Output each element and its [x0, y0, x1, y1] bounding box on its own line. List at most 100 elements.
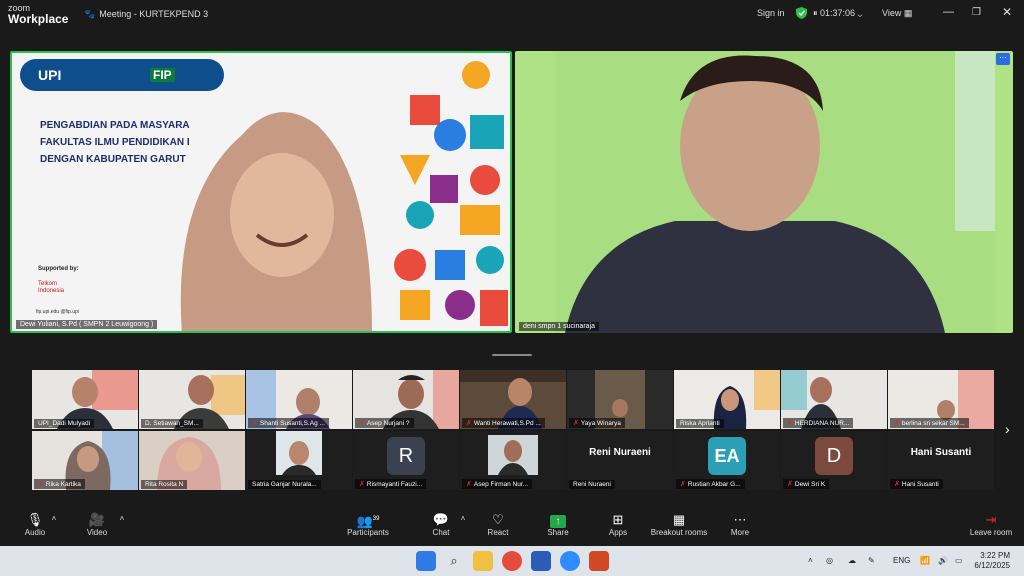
view-grid-icon: ▦ — [903, 8, 913, 18]
participant-tile[interactable]: ✗ Asep Firman Nur... — [460, 431, 566, 490]
speaker-2-video — [555, 51, 995, 333]
volume-icon[interactable]: 🔊 — [938, 556, 948, 565]
speaker-tile-2[interactable]: ··· deni smpn 1 sucinaraja — [515, 51, 1013, 333]
share-button[interactable]: ↑ Share — [528, 511, 588, 537]
sign-in-button[interactable]: Sign in — [757, 8, 785, 18]
participant-display-name: Hani Susanti — [910, 447, 972, 458]
mic-muted-icon: ✗ — [573, 420, 579, 427]
upi-logo: UPI — [38, 67, 62, 83]
participant-tile[interactable]: EA ✗ Rustian Akbar G... — [674, 431, 780, 490]
brand-bottom: Workplace — [8, 12, 69, 26]
language-indicator[interactable]: ENG — [893, 556, 910, 565]
meeting-title-text: Meeting - KURTEKPEND 3 — [99, 9, 209, 19]
mic-muted-icon: ✗ — [466, 420, 472, 427]
breakout-rooms-button[interactable]: ▦ Breakout rooms — [644, 511, 714, 537]
apps-button[interactable]: ⊞ Apps — [588, 511, 648, 537]
mic-muted-icon: ✗ — [252, 420, 258, 427]
more-button[interactable]: ⋯ More — [710, 511, 770, 537]
wifi-icon[interactable]: 📶 — [920, 556, 930, 565]
participant-tile[interactable]: Satria Ganjar Nurala... — [246, 431, 352, 490]
participant-name-text: Shanti Susanti,S.Ag ... — [259, 420, 325, 427]
speaker-tile-1[interactable]: UPI FIP PENGABDIAN PADA MASYARA FAKULTAS… — [10, 51, 512, 333]
app-logo: zoom Workplace — [8, 3, 68, 25]
participant-name: ✗ HERDIANA NUR... — [783, 418, 854, 428]
clock-time: 3:22 PM — [980, 551, 1010, 560]
participant-name: ✗ Rustian Akbar G... — [676, 479, 745, 489]
participant-tile[interactable]: ✗ Shanti Susanti,S.Ag ... — [246, 370, 352, 429]
shield-icon[interactable] — [796, 7, 807, 21]
speaker-1-video — [180, 112, 372, 331]
participant-name: Satria Ganjar Nurala... — [248, 480, 321, 489]
participant-name: ✗ Yaya Winarya — [569, 418, 625, 428]
chat-label: Chat — [432, 528, 450, 537]
tray-pen-icon[interactable]: ✎ — [868, 556, 875, 565]
search-icon[interactable]: ⌕ — [444, 551, 464, 571]
more-icon: ⋯ — [733, 512, 747, 527]
participant-name-text: Reni Nuraeni — [573, 481, 611, 488]
zoom-app-icon[interactable] — [560, 551, 580, 571]
gallery-next-icon[interactable]: › — [1005, 421, 1010, 437]
participant-tile[interactable]: Reni Nuraeni Reni Nuraeni — [567, 431, 673, 490]
participant-name-text: Asep Firman Nur... — [473, 481, 529, 488]
participant-name: ✗ Wanti Herawati,S.Pd ... — [462, 418, 545, 428]
tray-chevron-icon[interactable]: ˄ — [808, 556, 813, 565]
participant-tile[interactable]: R ✗ Rismayanti Fauzi... — [353, 431, 459, 490]
minimize-icon[interactable]: — — [943, 6, 954, 18]
participant-tile[interactable]: Hani Susanti ✗ Hani Susanti — [888, 431, 994, 490]
footer-handle: @fip.upi — [60, 309, 79, 315]
timer-text: 01:37:06 — [820, 8, 856, 18]
participant-tile[interactable]: Rita Rosita N — [139, 431, 245, 490]
participants-button[interactable]: 👥39 Participants — [338, 511, 398, 537]
chrome-icon[interactable] — [502, 551, 522, 571]
react-label: React — [487, 528, 509, 537]
participant-tile[interactable]: ✗ Yaya Winarya — [567, 370, 673, 429]
tray-network-icon[interactable]: ☁ — [848, 556, 856, 565]
restore-icon[interactable]: ❐ — [972, 7, 981, 18]
powerpoint-icon[interactable] — [589, 551, 609, 571]
participant-tile[interactable]: D ✗ Dewi Sri K — [781, 431, 887, 490]
participant-name: D. Setiawan_SM... — [141, 419, 203, 428]
participant-tile[interactable]: D. Setiawan_SM... — [139, 370, 245, 429]
participant-name: Reni Nuraeni — [569, 480, 615, 489]
speaker-1-nameplate: Dewi Yuliani, S.Pd ( SMPN 2 Leuwigoong ) — [16, 320, 158, 329]
system-clock[interactable]: 3:22 PM 6/12/2025 — [974, 551, 1010, 571]
participant-tile[interactable]: UPI_Dadi Mulyadi — [32, 370, 138, 429]
tray-app-icon[interactable]: ◎ — [826, 556, 833, 565]
participant-tile[interactable]: ✗ Wanti Herawati,S.Pd ... — [460, 370, 566, 429]
video-options-chevron-icon[interactable]: ˄ — [112, 514, 132, 523]
mic-muted-icon: ✗ — [787, 481, 793, 488]
supported-by-label: Supported by: — [38, 266, 79, 272]
participant-tile[interactable]: ✗ Asep Nurjani ? — [353, 370, 459, 429]
leave-room-button[interactable]: ⇥ Leave room — [961, 511, 1021, 537]
mic-muted-icon: ✗ — [359, 481, 365, 488]
participants-count: 39 — [372, 516, 380, 522]
participant-name: ✗ Rismayanti Fauzi... — [355, 479, 427, 489]
participant-name-text: Riska Aprianti — [680, 420, 720, 427]
participant-avatar: EA — [708, 437, 746, 475]
close-icon[interactable]: ✕ — [1002, 5, 1012, 19]
participant-name: ✗ Shanti Susanti,S.Ag ... — [248, 418, 329, 428]
paw-icon: 🐾 — [84, 9, 96, 19]
participant-tile[interactable]: ✗ Rika Kartika — [32, 431, 138, 490]
participant-tile[interactable]: Riska Aprianti — [674, 370, 780, 429]
meeting-timer: ⏸ 01:37:06 ⌄ — [813, 8, 863, 18]
participant-name: ✗ Asep Firman Nur... — [462, 479, 533, 489]
breakout-rooms-icon: ▦ — [672, 512, 686, 527]
mic-muted-icon: ✗ — [466, 481, 472, 488]
participant-tile[interactable]: ✗ HERDIANA NUR... — [781, 370, 887, 429]
mic-muted-icon: ✗ — [680, 481, 686, 488]
battery-icon[interactable]: ▭ — [955, 556, 963, 565]
react-button[interactable]: ♡ React — [468, 511, 528, 537]
stage-divider-handle[interactable] — [492, 354, 532, 356]
more-options-icon[interactable]: ··· — [996, 53, 1010, 65]
participant-tile[interactable]: ✗ berlina sri sekar SM... — [888, 370, 994, 429]
mic-muted-icon: ✗ — [787, 420, 793, 427]
audio-options-chevron-icon[interactable]: ˄ — [44, 514, 64, 523]
chevron-down-icon[interactable]: ⌄ — [858, 8, 863, 18]
participant-display-name: Reni Nuraeni — [589, 447, 651, 458]
view-button[interactable]: View ▦ — [882, 8, 912, 19]
participant-name: ✗ Asep Nurjani ? — [355, 418, 414, 428]
windows-start-icon[interactable] — [416, 551, 436, 571]
file-explorer-icon[interactable] — [473, 551, 493, 571]
word-icon[interactable] — [531, 551, 551, 571]
